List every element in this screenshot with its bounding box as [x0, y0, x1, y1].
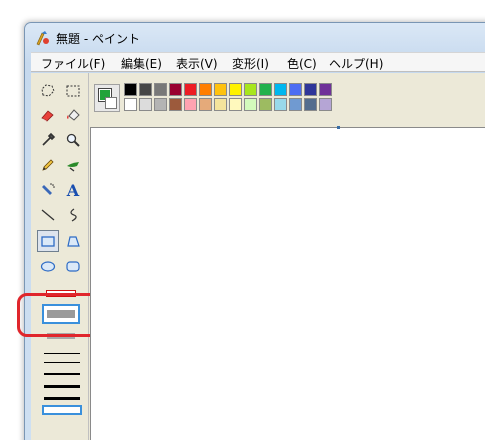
- ellipse-icon[interactable]: [37, 255, 59, 277]
- menu-bar: ファイル(F) 編集(E) 表示(V) 変形(I) 色(C) ヘルプ(H): [31, 52, 485, 72]
- eraser-icon[interactable]: [37, 104, 59, 126]
- eyedropper-icon[interactable]: [37, 129, 59, 151]
- palette-swatch[interactable]: [154, 98, 167, 111]
- free-form-select-icon[interactable]: [37, 80, 59, 102]
- magnifier-icon[interactable]: [62, 129, 84, 151]
- line-icon[interactable]: [37, 204, 59, 226]
- palette-swatch[interactable]: [304, 98, 317, 111]
- palette-swatch[interactable]: [319, 98, 332, 111]
- background-color: [105, 97, 117, 109]
- palette-swatch[interactable]: [244, 83, 257, 96]
- fill-bucket-icon[interactable]: [62, 104, 84, 126]
- palette-swatch[interactable]: [169, 98, 182, 111]
- current-colors[interactable]: [94, 84, 120, 112]
- palette-swatch[interactable]: [214, 98, 227, 111]
- palette-swatch[interactable]: [124, 83, 137, 96]
- palette-swatch[interactable]: [169, 83, 182, 96]
- palette-swatch[interactable]: [274, 98, 287, 111]
- palette-swatch[interactable]: [319, 83, 332, 96]
- palette-swatch[interactable]: [139, 98, 152, 111]
- text-tool-glyph: A: [66, 180, 80, 200]
- palette-swatch[interactable]: [274, 83, 287, 96]
- palette-swatch[interactable]: [199, 98, 212, 111]
- palette-swatch[interactable]: [124, 98, 137, 111]
- line-width-2[interactable]: [44, 362, 80, 363]
- line-width-1[interactable]: [44, 353, 80, 354]
- title-bar[interactable]: 無題 - ペイント: [25, 23, 485, 51]
- drawing-canvas[interactable]: [90, 126, 485, 440]
- palette-swatch[interactable]: [304, 83, 317, 96]
- palette-swatch[interactable]: [184, 98, 197, 111]
- curve-icon[interactable]: [62, 204, 84, 226]
- palette-swatch[interactable]: [199, 83, 212, 96]
- menu-colors[interactable]: 色(C): [287, 55, 317, 72]
- line-width-3[interactable]: [44, 373, 80, 375]
- brush-icon[interactable]: [62, 154, 84, 176]
- menu-edit[interactable]: 編集(E): [121, 55, 162, 72]
- palette-swatch[interactable]: [229, 83, 242, 96]
- line-width-4[interactable]: [44, 385, 80, 388]
- pencil-icon[interactable]: [37, 154, 59, 176]
- paint-app-icon: [34, 30, 50, 46]
- palette-swatch[interactable]: [244, 98, 257, 111]
- rectangle-icon[interactable]: [37, 230, 59, 252]
- line-width-selected[interactable]: [42, 405, 82, 415]
- palette-swatch[interactable]: [229, 98, 242, 111]
- polygon-icon[interactable]: [62, 230, 84, 252]
- rounded-rectangle-icon[interactable]: [62, 255, 84, 277]
- palette-swatch[interactable]: [139, 83, 152, 96]
- airbrush-icon[interactable]: [37, 179, 59, 201]
- canvas-resize-handle-top[interactable]: [337, 126, 340, 129]
- line-width-5[interactable]: [44, 397, 80, 400]
- menu-help[interactable]: ヘルプ(H): [329, 55, 383, 72]
- palette-swatch[interactable]: [184, 83, 197, 96]
- palette-swatch[interactable]: [259, 98, 272, 111]
- rect-select-icon[interactable]: [62, 80, 84, 102]
- palette-swatch[interactable]: [154, 83, 167, 96]
- window-title: 無題 - ペイント: [56, 32, 140, 46]
- text-icon[interactable]: A: [62, 179, 84, 201]
- palette-swatch[interactable]: [289, 83, 302, 96]
- palette-swatch[interactable]: [259, 83, 272, 96]
- palette-swatch[interactable]: [214, 83, 227, 96]
- menu-view[interactable]: 表示(V): [176, 55, 218, 72]
- menu-file[interactable]: ファイル(F): [41, 55, 105, 72]
- menu-image[interactable]: 変形(I): [232, 55, 269, 72]
- palette-swatch[interactable]: [289, 98, 302, 111]
